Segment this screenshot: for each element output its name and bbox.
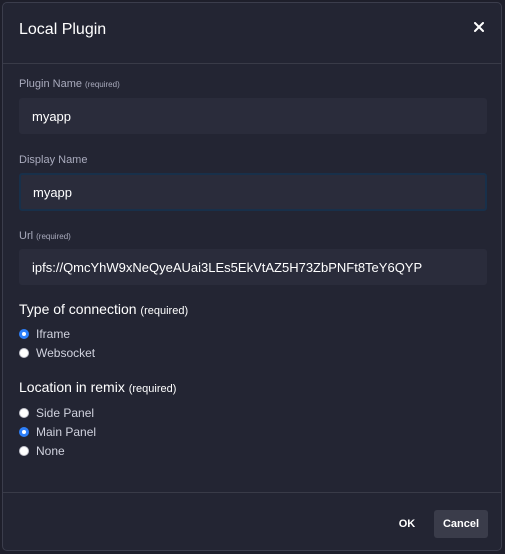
radio-websocket[interactable]: Websocket (19, 345, 95, 361)
radio-iframe[interactable]: Iframe (19, 326, 70, 342)
display-name-input[interactable] (19, 173, 487, 211)
ok-button[interactable]: OK (392, 510, 422, 538)
required-tag: (required) (140, 305, 189, 317)
dialog-header: Local Plugin (3, 3, 501, 64)
dialog-title: Local Plugin (19, 21, 107, 38)
location-title: Location in remix (required) (19, 379, 177, 395)
plugin-name-label: Plugin Name (required) (19, 78, 120, 90)
radio-main-panel[interactable]: Main Panel (19, 424, 96, 440)
cancel-button[interactable]: Cancel (434, 510, 488, 538)
required-tag: (required) (36, 232, 71, 241)
url-label: Url (required) (19, 230, 71, 242)
plugin-name-input[interactable] (19, 98, 487, 134)
local-plugin-dialog: Local Plugin Plugin Name (required) Disp… (2, 2, 502, 551)
radio-iframe-button[interactable] (19, 329, 29, 339)
footer-divider (3, 492, 501, 493)
radio-websocket-button[interactable] (19, 348, 29, 358)
close-icon[interactable] (471, 19, 487, 35)
required-tag: (required) (128, 383, 177, 395)
url-input[interactable] (19, 249, 487, 285)
connection-type-title: Type of connection (required) (19, 301, 189, 317)
radio-main-panel-button[interactable] (19, 427, 29, 437)
radio-side-panel-button[interactable] (19, 408, 29, 418)
radio-side-panel[interactable]: Side Panel (19, 405, 94, 421)
radio-none-button[interactable] (19, 446, 29, 456)
radio-none[interactable]: None (19, 443, 65, 459)
display-name-label: Display Name (19, 154, 88, 166)
required-tag: (required) (85, 80, 120, 89)
